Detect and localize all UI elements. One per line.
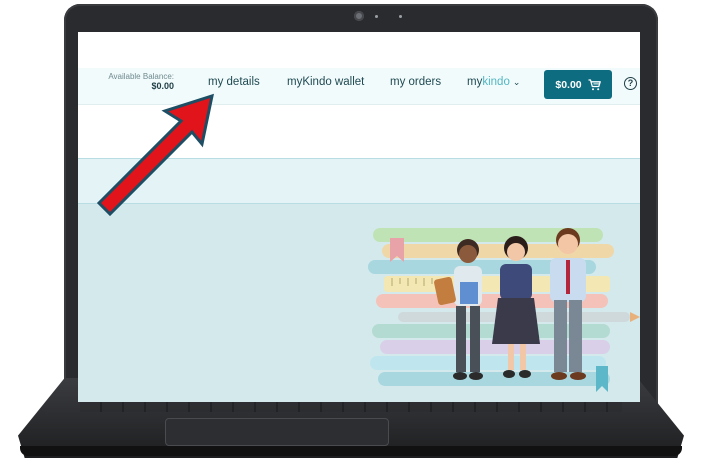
students-books-illustration	[368, 228, 640, 392]
microphone-indicator-icon	[399, 15, 402, 18]
available-balance: Available Balance: $0.00	[88, 72, 174, 91]
nav-my-details[interactable]: my details	[208, 76, 260, 88]
nav-my-orders[interactable]: my orders	[390, 76, 441, 88]
nav-mykindo-menu[interactable]: mykindo ⌄	[467, 76, 520, 88]
touchpad	[165, 418, 389, 446]
cart-amount: $0.00	[555, 78, 582, 91]
cart-icon	[588, 78, 601, 90]
annotation-arrow-icon	[96, 93, 214, 217]
balance-label: Available Balance:	[108, 72, 174, 81]
page-top-area	[78, 32, 640, 68]
nav-mykindo-wallet[interactable]: myKindo wallet	[287, 76, 364, 88]
chevron-down-icon: ⌄	[512, 77, 521, 87]
laptop-front-edge	[20, 446, 682, 456]
webcam-icon	[354, 11, 364, 21]
help-icon[interactable]: ?	[624, 77, 637, 90]
mykindo-suffix: kindo	[482, 76, 510, 88]
mykindo-prefix: my	[467, 76, 483, 88]
camera-indicator-icon	[375, 15, 378, 18]
cart-button[interactable]: $0.00	[544, 70, 612, 99]
